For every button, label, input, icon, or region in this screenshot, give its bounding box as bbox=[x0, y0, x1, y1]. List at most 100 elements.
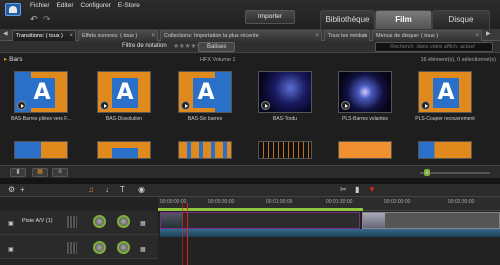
search-input[interactable]: Recherch. dans votre affich. actuel bbox=[375, 42, 493, 52]
tabs-left-arrow-icon[interactable]: ◀ bbox=[3, 30, 8, 37]
library-tab-label: Transitions: ( tous ) bbox=[16, 33, 63, 39]
thumbnail-caption: PLS-Couper recouvrement bbox=[415, 116, 475, 122]
library-tab-transitions[interactable]: Transitions: ( tous ) × bbox=[12, 30, 76, 41]
slider-knob[interactable] bbox=[424, 169, 430, 176]
play-icon[interactable] bbox=[181, 101, 190, 110]
lock-icon[interactable]: ▣ bbox=[8, 220, 14, 227]
thumbnail-caption: PLS-Barres volantes bbox=[342, 116, 388, 122]
app-header: Fichier Editer Configurer E-Store ↶ ↷ Im… bbox=[0, 0, 500, 29]
rating-filter-label: Filtre de notation bbox=[122, 43, 167, 49]
thumbnail[interactable] bbox=[14, 141, 68, 159]
thumbnail[interactable]: A bbox=[14, 71, 68, 113]
thumbnail-caption: BAS-Six barres bbox=[187, 116, 223, 122]
library-tab-label: Menus de disque: ( tous ) bbox=[376, 33, 439, 39]
library-tab-all-media[interactable]: Tous les médias × bbox=[324, 30, 370, 41]
menu-estore[interactable]: E-Store bbox=[118, 2, 140, 9]
track-header-2[interactable] bbox=[0, 235, 158, 259]
ruler-tick: 00:02:00:00 bbox=[384, 199, 411, 205]
item-count: 16 élément(s), 0 sélectionné(s) bbox=[420, 57, 496, 63]
import-button[interactable]: Importer bbox=[245, 10, 295, 24]
timeline-range[interactable] bbox=[158, 208, 363, 211]
menu-edit[interactable]: Editer bbox=[57, 2, 74, 9]
grid-icon[interactable]: ▦ bbox=[140, 220, 146, 227]
volume-knob[interactable] bbox=[93, 241, 106, 254]
play-icon[interactable] bbox=[341, 101, 350, 110]
ruler-tick: 00:00:30:00 bbox=[208, 199, 235, 205]
thumbnail[interactable] bbox=[97, 141, 151, 159]
video-clip[interactable] bbox=[362, 212, 500, 229]
audio-meter bbox=[67, 242, 77, 254]
clip-thumbnail bbox=[161, 213, 183, 228]
marker-icon[interactable]: ↓ bbox=[105, 185, 109, 194]
lock-icon[interactable]: ▣ bbox=[8, 246, 14, 253]
ruler-tick: 00:01:30:00 bbox=[326, 199, 353, 205]
close-icon[interactable]: × bbox=[315, 31, 319, 41]
thumbnail-caption: BAS-Barres pliées vers F... bbox=[11, 116, 71, 122]
audio-clip[interactable] bbox=[160, 229, 500, 237]
redo-icon[interactable]: ↷ bbox=[43, 14, 51, 25]
tab-film[interactable]: Film bbox=[375, 10, 432, 29]
gear-icon[interactable]: ⚙ bbox=[8, 185, 15, 194]
add-track-icon[interactable]: + bbox=[20, 185, 25, 194]
grid-icon[interactable]: ▦ bbox=[140, 246, 146, 253]
close-icon[interactable]: × bbox=[475, 31, 479, 41]
library-tab-collections[interactable]: Collections: Importation la plus récente… bbox=[160, 30, 322, 41]
playhead-shadow bbox=[182, 203, 183, 265]
thumbnail-letter: A bbox=[29, 78, 55, 108]
thumbnail[interactable] bbox=[258, 71, 312, 113]
track-name[interactable]: Piste A/V (1) bbox=[22, 218, 53, 224]
menu-file[interactable]: Fichier bbox=[30, 2, 50, 9]
thumbnail[interactable]: A bbox=[418, 71, 472, 113]
thumbnail-caption: BAS-Dissolution bbox=[105, 116, 143, 122]
thumbnail[interactable] bbox=[338, 71, 392, 113]
app-logo-icon bbox=[5, 3, 21, 16]
audio-mixer-icon[interactable]: ♫ bbox=[88, 185, 94, 194]
library-tab-label: Effets sonores: ( tous ) bbox=[82, 33, 138, 39]
browser-toolbar: ▮ ▦ ≡ bbox=[0, 165, 500, 178]
delete-icon[interactable]: ▮ bbox=[355, 185, 359, 194]
undo-icon[interactable]: ↶ bbox=[30, 14, 38, 25]
cut-icon[interactable]: ✂ bbox=[340, 185, 347, 194]
thumbnail[interactable] bbox=[338, 141, 392, 159]
timeline-toolbar: ⚙ + ♫ ↓ T ◉ ✂ ▮ ▼ bbox=[0, 184, 500, 197]
library-tab-label: Collections: Importation la plus récente bbox=[164, 33, 259, 39]
pan-knob[interactable] bbox=[117, 241, 130, 254]
tab-disc[interactable]: Disque bbox=[432, 10, 490, 29]
library-tab-strip: ◀ Transitions: ( tous ) × Effets sonores:… bbox=[0, 29, 500, 41]
marker-add-icon[interactable]: ▼ bbox=[368, 185, 376, 194]
play-icon[interactable] bbox=[261, 101, 270, 110]
tags-button[interactable]: Balises bbox=[198, 42, 235, 52]
thumbnail-letter: A bbox=[193, 78, 219, 108]
close-icon[interactable]: × bbox=[151, 31, 155, 41]
library-tab-sound-effects[interactable]: Effets sonores: ( tous ) × bbox=[78, 30, 158, 41]
trash-icon[interactable]: ▮ bbox=[10, 168, 26, 177]
play-icon[interactable] bbox=[17, 101, 26, 110]
thumbnail-size-slider[interactable] bbox=[420, 169, 490, 176]
pan-knob[interactable] bbox=[117, 215, 130, 228]
play-icon[interactable] bbox=[100, 101, 109, 110]
thumbnail[interactable] bbox=[178, 141, 232, 159]
thumbnail-letter: A bbox=[112, 78, 138, 108]
thumbnail[interactable] bbox=[258, 141, 312, 159]
title-icon[interactable]: T bbox=[120, 185, 125, 194]
library-tab-label: Tous les médias bbox=[328, 33, 368, 39]
library-tab-disc-menus[interactable]: Menus de disque: ( tous ) × bbox=[372, 30, 482, 41]
close-icon[interactable]: × bbox=[363, 31, 367, 41]
list-view-icon[interactable]: ≡ bbox=[52, 168, 68, 177]
thumbnail[interactable]: A bbox=[97, 71, 151, 113]
audio-meter bbox=[67, 216, 77, 228]
thumbnail[interactable] bbox=[418, 141, 472, 159]
playhead[interactable] bbox=[187, 203, 188, 265]
close-icon[interactable]: × bbox=[69, 31, 73, 41]
library-browser: Bars HFX Volume 1 16 élément(s), 0 sélec… bbox=[0, 53, 500, 165]
thumbnail[interactable]: A bbox=[178, 71, 232, 113]
volume-knob[interactable] bbox=[93, 215, 106, 228]
video-clip[interactable] bbox=[160, 212, 360, 229]
menu-configure[interactable]: Configurer bbox=[81, 2, 111, 9]
tabs-right-arrow-icon[interactable]: ▶ bbox=[486, 30, 491, 37]
grid-view-icon[interactable]: ▦ bbox=[32, 168, 48, 177]
tab-library[interactable]: Bibliothèque bbox=[320, 10, 375, 29]
play-icon[interactable] bbox=[421, 101, 430, 110]
voiceover-icon[interactable]: ◉ bbox=[138, 185, 145, 194]
ruler-tick: 00:02:30:00 bbox=[448, 199, 475, 205]
